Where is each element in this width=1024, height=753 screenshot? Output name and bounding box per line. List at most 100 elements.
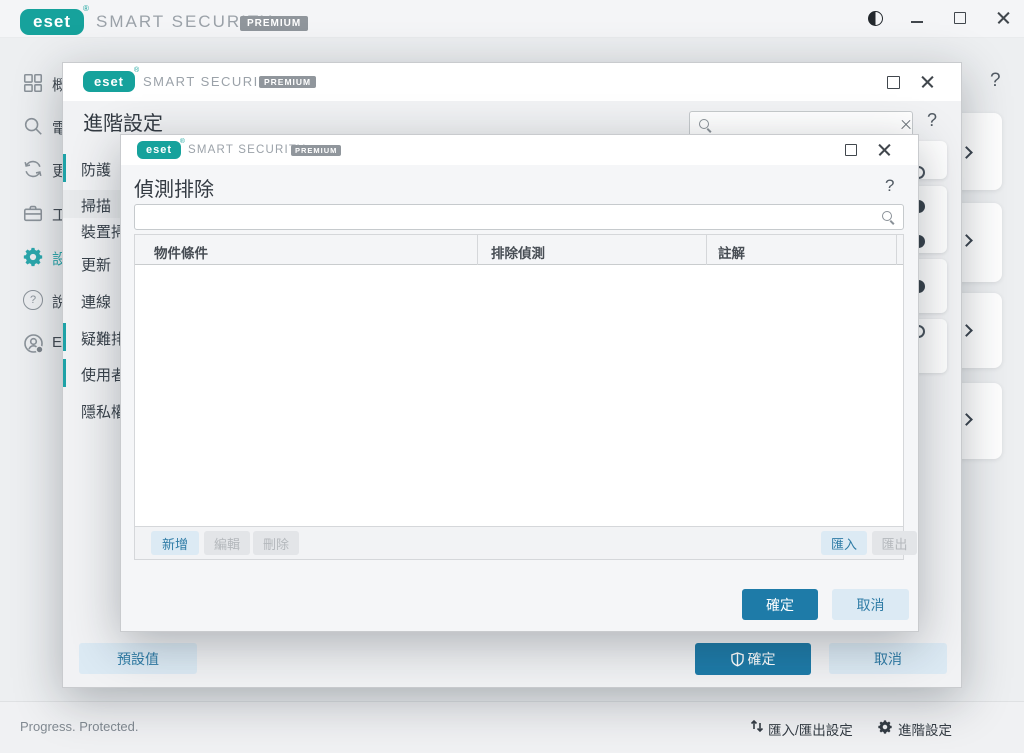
scan-search-icon [22,115,44,137]
table-body-empty[interactable] [135,265,903,526]
registered-mark: ® [83,4,89,13]
exclusions-table: 物件條件 排除偵測 註解 新增 編輯 刪除 匯入 [134,234,904,560]
premium-badge: PREMIUM [240,16,308,31]
registered-mark: ® [180,138,185,145]
help-circle-icon: ? [23,290,43,310]
modified-indicator [63,359,66,387]
export-button-label: 匯出 [881,534,907,553]
premium-badge: PREMIUM [259,76,316,88]
sidebar-item-setup[interactable] [22,246,44,268]
close-icon [997,12,1010,25]
maximize-button[interactable] [885,74,901,90]
close-icon [921,76,934,89]
update-sync-icon [22,158,44,180]
status-bar [0,701,1024,753]
close-button[interactable] [876,142,892,158]
table-toolbar: 新增 編輯 刪除 匯入 匯出 [135,526,903,559]
delete-button: 刪除 [253,531,299,555]
tools-briefcase-icon [22,202,44,224]
eset-logo: eset [137,141,181,159]
sidebar-item-computer-scan[interactable] [22,115,44,137]
help-circle-glyph: ? [30,294,36,306]
cancel-button-label: 取消 [857,595,885,615]
import-button-label: 匯入 [831,534,857,553]
modified-indicator [63,323,66,351]
ok-button-label: 確定 [748,649,776,669]
clear-search-icon[interactable] [900,119,912,131]
sidebar-item-update[interactable] [22,158,44,180]
eset-logo: eset [20,9,84,35]
settings-section-scans[interactable]: 掃描 [81,195,111,216]
edit-button-label: 編輯 [214,534,240,553]
settings-section-connectivity[interactable]: 連線 [81,291,111,312]
edit-button: 編輯 [204,531,250,555]
premium-badge: PREMIUM [291,145,341,156]
eset-logo-text: eset [33,12,71,32]
maximize-icon [845,144,857,156]
close-button[interactable] [994,9,1012,27]
close-button[interactable] [919,74,935,90]
sidebar-item-help[interactable]: ? [22,289,44,311]
exclusions-search-input[interactable] [143,205,881,229]
cancel-button-label: 取消 [874,649,902,669]
import-button[interactable]: 匯入 [821,531,867,555]
column-header-comment[interactable]: 註解 [718,242,745,262]
sidebar-item-tools[interactable] [22,202,44,224]
advanced-setup-gear-icon [876,718,893,735]
ok-button[interactable]: 確定 [695,643,811,675]
exclusions-help-button[interactable]: ? [885,176,894,196]
maximize-button[interactable] [951,9,969,27]
maximize-button[interactable] [843,142,859,158]
page-title: 進階設定 [83,107,163,136]
default-button[interactable]: 預設值 [79,643,197,674]
protection-status-text: Progress. Protected. [20,719,139,734]
minimize-button[interactable] [908,9,926,27]
overview-icon [22,72,44,94]
ok-button-label: 確定 [766,595,794,615]
detection-exclusions-window: eset ® SMART SECURITY PREMIUM 偵測排除 ? 物件條… [120,134,919,632]
import-export-arrows-icon [749,718,765,734]
setup-gear-icon [22,246,44,268]
product-name: SMART SECURITY [188,144,306,156]
export-button: 匯出 [872,531,917,555]
eset-logo: eset [83,71,135,92]
registered-mark: ® [134,67,139,74]
import-export-settings-link[interactable]: 匯入/匯出設定 [768,719,853,739]
main-help-button[interactable]: ? [990,70,1001,92]
cancel-button[interactable]: 取消 [829,643,947,674]
column-divider [477,235,478,265]
minimize-icon [911,21,923,23]
theme-icon [868,11,883,26]
column-header-object-criteria[interactable]: 物件條件 [154,242,208,262]
theme-toggle-button[interactable] [866,9,884,27]
sidebar-item-account[interactable] [22,332,46,356]
exclusions-search-box [134,204,904,230]
advanced-setup-link[interactable]: 進階設定 [898,719,952,739]
search-icon [698,118,712,132]
eset-logo-text: eset [146,144,172,156]
add-button[interactable]: 新增 [151,531,199,555]
search-icon [881,210,895,224]
ok-button[interactable]: 確定 [742,589,818,620]
sidebar-label-account[interactable]: E [52,334,62,351]
eset-logo-text: eset [94,74,124,89]
page-title: 偵測排除 [134,173,214,202]
settings-section-protections[interactable]: 防護 [81,159,111,180]
cancel-button[interactable]: 取消 [832,589,909,620]
shield-icon [731,652,744,667]
maximize-icon [954,12,966,24]
column-divider [706,235,707,265]
account-person-icon [22,332,46,356]
settings-help-button[interactable]: ? [927,110,937,131]
sidebar-item-overview[interactable] [22,72,44,94]
column-header-excluded-detection[interactable]: 排除偵測 [491,242,545,262]
maximize-icon [887,76,900,89]
default-button-label: 預設值 [117,649,159,669]
settings-section-update[interactable]: 更新 [81,254,111,275]
modified-indicator [63,154,66,182]
close-icon [878,144,891,157]
table-header-row: 物件條件 排除偵測 註解 [135,235,903,265]
desktop: eset ® SMART SECURITY PREMIUM 概 電 更 工 設 … [0,0,1024,753]
delete-button-label: 刪除 [263,534,289,553]
add-button-label: 新增 [162,534,188,553]
